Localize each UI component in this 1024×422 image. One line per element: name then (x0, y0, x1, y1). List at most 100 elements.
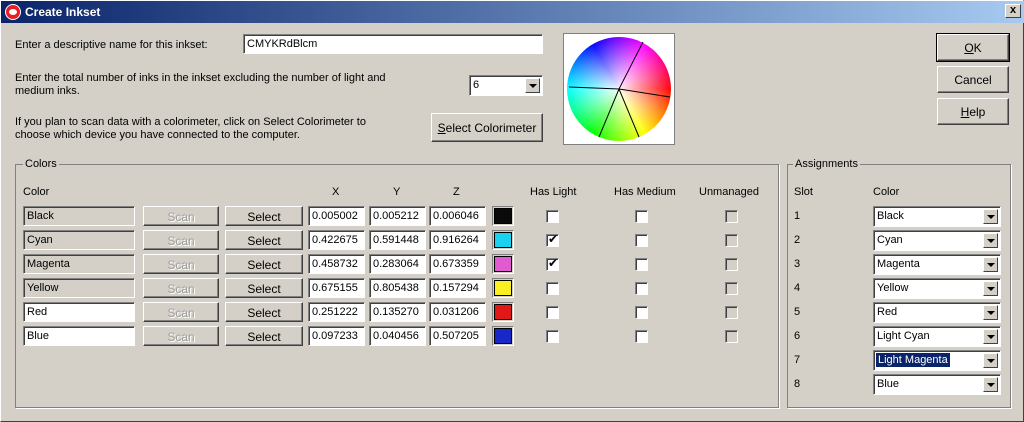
chevron-down-icon[interactable] (983, 377, 998, 392)
scan-button[interactable]: Scan (143, 302, 219, 322)
slot-color-select[interactable]: Black (873, 206, 1001, 227)
slot-color-select[interactable]: Cyan (873, 230, 1001, 251)
has-medium-checkbox[interactable] (635, 306, 648, 319)
slot-color-select[interactable]: Magenta (873, 254, 1001, 275)
help-button[interactable]: Help (937, 98, 1009, 125)
select-colorimeter-label-accel: S (437, 121, 446, 135)
has-medium-checkbox[interactable] (635, 330, 648, 343)
slot-color-value: Yellow (877, 282, 909, 294)
color-name-field[interactable]: Cyan (23, 230, 135, 250)
slot-color-value: Light Cyan (877, 330, 930, 342)
x-value-field[interactable]: 0.005002 (308, 206, 365, 226)
chevron-down-icon[interactable] (983, 257, 998, 272)
color-name-field[interactable]: Black (23, 206, 135, 226)
select-colorimeter-button[interactable]: Select Colorimeter (431, 113, 543, 142)
color-swatch[interactable] (492, 254, 514, 274)
unmanaged-checkbox[interactable] (725, 282, 738, 295)
ok-button[interactable]: OK (936, 33, 1010, 62)
chevron-down-icon[interactable] (525, 78, 540, 93)
color-swatch[interactable] (492, 302, 514, 322)
has-medium-checkbox[interactable] (635, 210, 648, 223)
unmanaged-checkbox[interactable] (725, 258, 738, 271)
slot-color-select[interactable]: Red (873, 302, 1001, 323)
color-swatch-fill (494, 304, 512, 320)
title-bar[interactable]: Create Inkset x (1, 1, 1024, 23)
has-light-checkbox[interactable] (546, 330, 559, 343)
select-button[interactable]: Select (225, 326, 303, 346)
y-value-field[interactable]: 0.135270 (369, 302, 426, 322)
y-value-field[interactable]: 0.040456 (369, 326, 426, 346)
select-button[interactable]: Select (225, 254, 303, 274)
x-value-field[interactable]: 0.422675 (308, 230, 365, 250)
y-value-field[interactable]: 0.005212 (369, 206, 426, 226)
color-name-field[interactable]: Red (23, 302, 135, 322)
y-value-field[interactable]: 0.283064 (369, 254, 426, 274)
x-value-field[interactable]: 0.097233 (308, 326, 365, 346)
z-value-field[interactable]: 0.006046 (429, 206, 486, 226)
z-value-field[interactable]: 0.031206 (429, 302, 486, 322)
close-button[interactable]: x (1005, 4, 1021, 18)
ink-count-value: 6 (473, 79, 480, 91)
colors-group-label: Colors (23, 158, 59, 170)
z-value-field[interactable]: 0.507205 (429, 326, 486, 346)
color-swatch[interactable] (492, 326, 514, 346)
color-swatch-fill (494, 208, 512, 224)
has-light-checkbox[interactable]: ✔ (546, 232, 559, 247)
scan-button[interactable]: Scan (143, 278, 219, 298)
unmanaged-checkbox[interactable] (725, 330, 738, 343)
select-button[interactable]: Select (225, 230, 303, 250)
slot-color-select[interactable]: Yellow (873, 278, 1001, 299)
select-button[interactable]: Select (225, 206, 303, 226)
slot-color-value: Red (877, 306, 898, 318)
x-value-field[interactable]: 0.458732 (308, 254, 365, 274)
has-medium-checkbox[interactable] (635, 258, 648, 271)
select-button[interactable]: Select (225, 302, 303, 322)
check-icon: ✔ (548, 256, 559, 270)
chevron-down-icon[interactable] (983, 305, 998, 320)
has-light-checkbox[interactable] (546, 210, 559, 223)
y-value-field[interactable]: 0.591448 (369, 230, 426, 250)
color-swatch[interactable] (492, 230, 514, 250)
slot-color-value: Black (877, 210, 904, 222)
color-swatch[interactable] (492, 206, 514, 226)
header-color: Color (23, 186, 50, 198)
y-value-field[interactable]: 0.805438 (369, 278, 426, 298)
color-name-field[interactable]: Blue (23, 326, 135, 346)
unmanaged-checkbox[interactable] (725, 210, 738, 223)
color-swatch[interactable] (492, 278, 514, 298)
x-value-field[interactable]: 0.675155 (308, 278, 365, 298)
color-name-field[interactable]: Magenta (23, 254, 135, 274)
z-value-field[interactable]: 0.916264 (429, 230, 486, 250)
has-medium-checkbox[interactable] (635, 234, 648, 247)
chevron-down-icon[interactable] (983, 353, 998, 368)
slot-color-select[interactable]: Light Cyan (873, 326, 1001, 347)
help-label: elp (969, 105, 986, 119)
color-name-field[interactable]: Yellow (23, 278, 135, 298)
x-value-field[interactable]: 0.251222 (308, 302, 365, 322)
chevron-down-icon[interactable] (983, 209, 998, 224)
slot-color-select[interactable]: Blue (873, 374, 1001, 395)
has-light-checkbox[interactable]: ✔ (546, 256, 559, 271)
inkset-name-input[interactable]: CMYKRdBlcm (243, 34, 543, 54)
select-button[interactable]: Select (225, 278, 303, 298)
select-colorimeter-label: elect Colorimeter (445, 121, 537, 135)
scan-button[interactable]: Scan (143, 230, 219, 250)
unmanaged-checkbox[interactable] (725, 234, 738, 247)
chevron-down-icon[interactable] (983, 329, 998, 344)
chevron-down-icon[interactable] (983, 281, 998, 296)
chevron-down-icon[interactable] (983, 233, 998, 248)
has-light-checkbox[interactable] (546, 282, 559, 295)
scan-button[interactable]: Scan (143, 206, 219, 226)
scan-button[interactable]: Scan (143, 326, 219, 346)
color-wheel-preview (563, 33, 675, 145)
has-light-checkbox[interactable] (546, 306, 559, 319)
scan-button[interactable]: Scan (143, 254, 219, 274)
has-medium-checkbox[interactable] (635, 282, 648, 295)
cancel-button[interactable]: Cancel (937, 66, 1009, 93)
ink-count-select[interactable]: 6 (469, 75, 543, 96)
header-z: Z (453, 186, 460, 198)
unmanaged-checkbox[interactable] (725, 306, 738, 319)
z-value-field[interactable]: 0.157294 (429, 278, 486, 298)
slot-color-select[interactable]: Light Magenta (873, 350, 1001, 371)
z-value-field[interactable]: 0.673359 (429, 254, 486, 274)
